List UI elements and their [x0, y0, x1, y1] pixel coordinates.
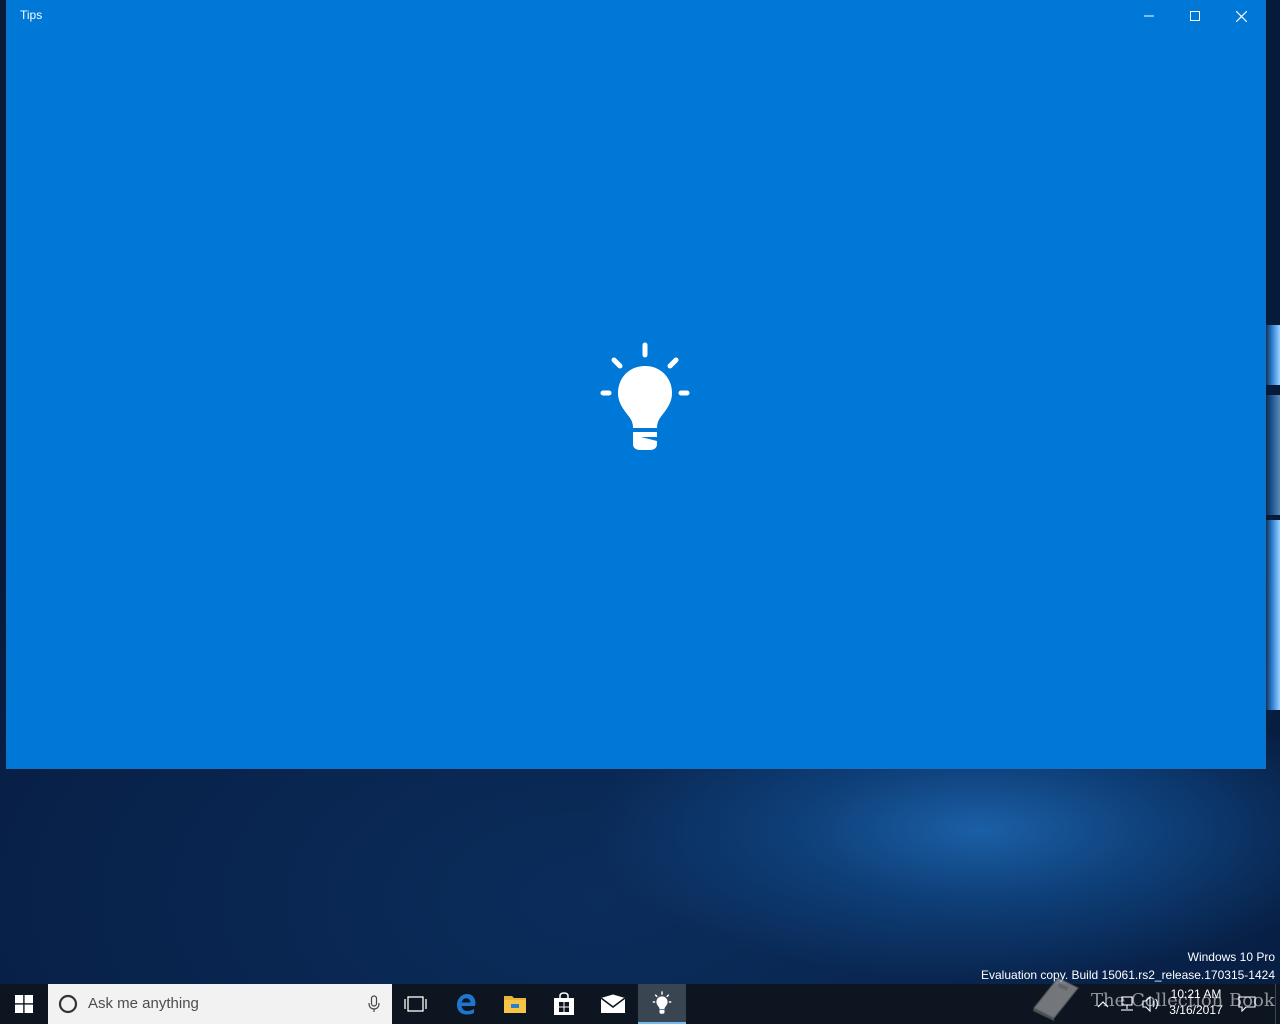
collection-book-watermark: The Collection Book	[1028, 972, 1275, 1024]
wallpaper-beam	[1264, 325, 1280, 385]
mail-icon	[600, 994, 626, 1013]
minimize-icon	[1144, 15, 1154, 17]
microphone-icon[interactable]	[368, 995, 380, 1013]
close-button[interactable]	[1218, 0, 1264, 32]
edition-watermark: Windows 10 Pro	[1187, 950, 1275, 964]
book-icon	[1032, 977, 1080, 1021]
desktop: Tips Windows 10 Pro Evaluation copy. Bui…	[0, 0, 1280, 1024]
overlay-watermark-text: The Collection Book	[1091, 990, 1275, 1011]
wallpaper-beam	[1264, 395, 1280, 515]
edge-icon	[457, 994, 476, 1015]
folder-icon	[504, 996, 526, 1013]
taskbar: Ask me anything 10:21 AM 3/16/2017	[0, 984, 1280, 1024]
store-button[interactable]	[540, 984, 588, 1024]
windows-logo-icon	[15, 995, 33, 1013]
window-title: Tips	[20, 8, 43, 22]
close-icon	[1235, 10, 1247, 22]
lightbulb-icon	[652, 991, 672, 1014]
cortana-icon	[58, 994, 78, 1014]
wallpaper-beam	[1264, 520, 1280, 710]
build-watermark: Evaluation copy. Build 15061.rs2_release…	[981, 968, 1275, 982]
file-explorer-button[interactable]	[491, 984, 539, 1024]
task-view-icon	[404, 996, 427, 1012]
task-view-button[interactable]	[392, 984, 440, 1024]
tips-window: Tips	[7, 0, 1265, 768]
search-box[interactable]: Ask me anything	[48, 984, 392, 1024]
start-button[interactable]	[0, 984, 48, 1024]
title-bar[interactable]: Tips	[7, 0, 1265, 32]
store-icon	[554, 992, 574, 1015]
lightbulb-icon	[600, 342, 690, 450]
show-desktop-button[interactable]	[1275, 984, 1280, 1024]
minimize-button[interactable]	[1126, 0, 1172, 32]
edge-button[interactable]	[442, 984, 490, 1024]
maximize-button[interactable]	[1172, 0, 1218, 32]
tips-taskbar-button[interactable]	[638, 984, 686, 1024]
mail-button[interactable]	[589, 984, 637, 1024]
search-placeholder: Ask me anything	[88, 995, 199, 1012]
maximize-icon	[1190, 11, 1200, 21]
